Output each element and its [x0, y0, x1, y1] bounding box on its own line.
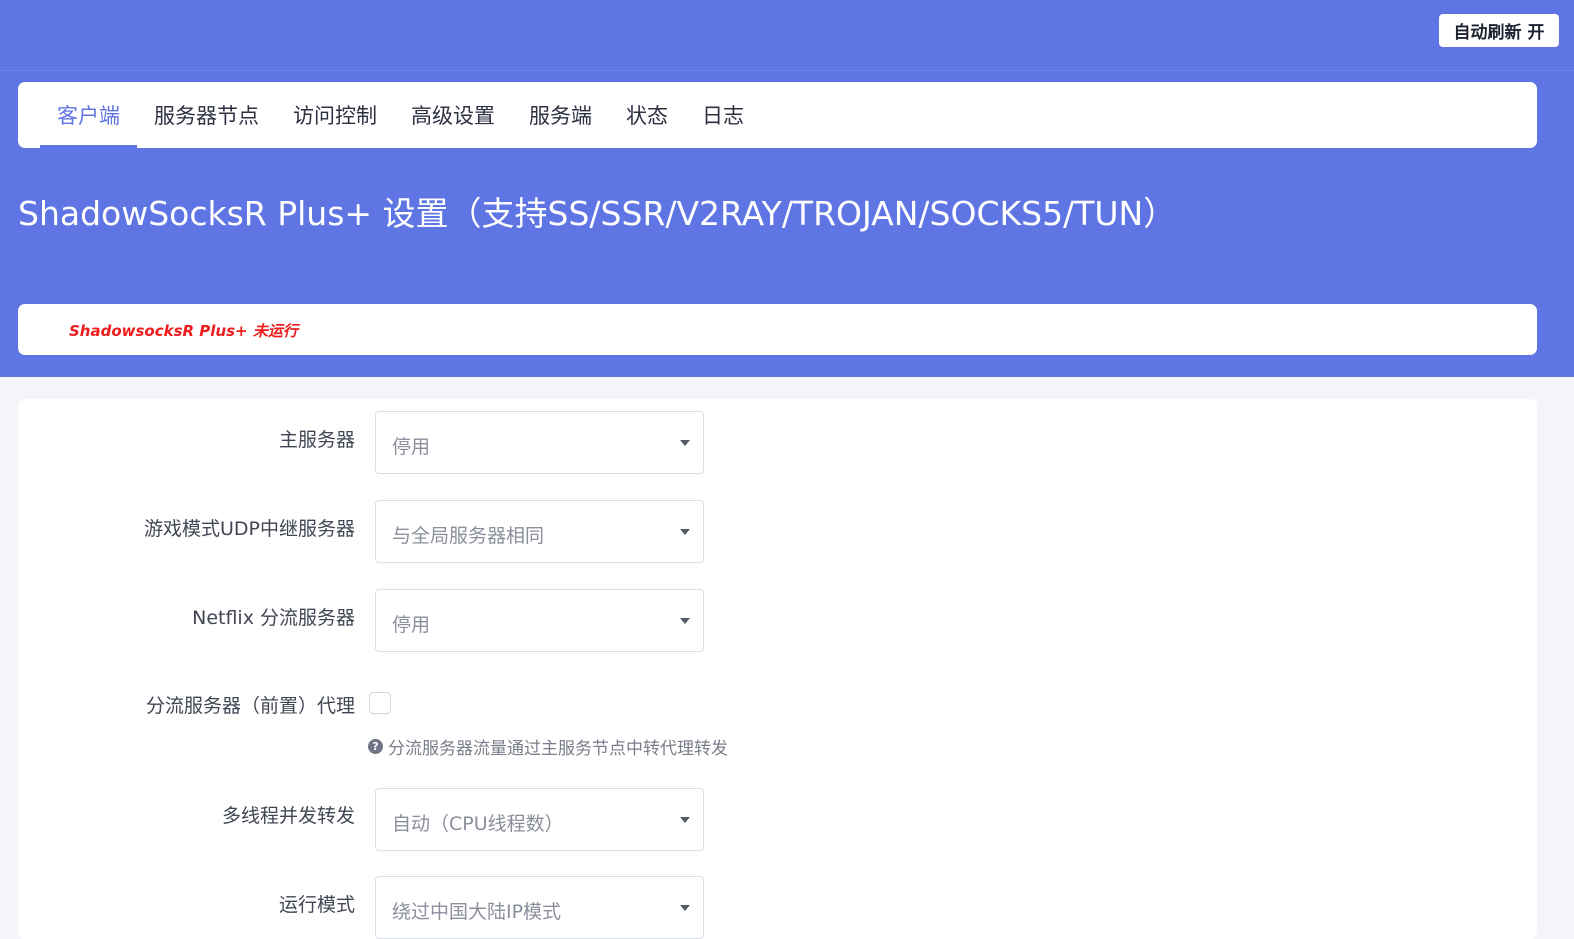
chevron-down-icon: [680, 618, 690, 624]
udp-relay-server-label: 游戏模式UDP中继服务器: [144, 518, 355, 540]
settings-form: 主服务器 停用 游戏模式UDP中继服务器 与全局服务器相同 Netflix 分流…: [18, 399, 1537, 939]
shunt-proxy-help: ? 分流服务器流量通过主服务节点中转代理转发: [368, 734, 728, 759]
main-server-select[interactable]: 停用: [375, 411, 704, 474]
run-mode-value: 绕过中国大陆IP模式: [392, 901, 562, 923]
shunt-proxy-help-text: 分流服务器流量通过主服务节点中转代理转发: [388, 739, 728, 759]
main-server-label: 主服务器: [278, 429, 355, 451]
status-panel: ShadowsocksR Plus+ 未运行: [18, 304, 1537, 355]
chevron-down-icon: [680, 905, 690, 911]
threads-label: 多线程并发转发: [221, 805, 355, 827]
netflix-server-select[interactable]: 停用: [375, 589, 704, 652]
shunt-proxy-label: 分流服务器（前置）代理: [145, 695, 355, 717]
page-header: 客户端 服务器节点 访问控制 高级设置 服务端 状态 日志 ShadowSock…: [0, 71, 1574, 377]
tab-bar: 客户端 服务器节点 访问控制 高级设置 服务端 状态 日志: [18, 82, 1537, 148]
netflix-server-label: Netflix 分流服务器: [192, 607, 355, 629]
tab-access-control[interactable]: 访问控制: [276, 82, 394, 148]
shunt-proxy-checkbox[interactable]: [369, 692, 391, 714]
threads-value: 自动（CPU线程数）: [392, 813, 564, 835]
chevron-down-icon: [680, 440, 690, 446]
running-status-text: ShadowsocksR Plus+ 未运行: [69, 322, 298, 340]
run-mode-select[interactable]: 绕过中国大陆IP模式: [375, 876, 704, 939]
run-mode-label: 运行模式: [278, 894, 355, 916]
threads-select[interactable]: 自动（CPU线程数）: [375, 788, 704, 851]
udp-relay-server-value: 与全局服务器相同: [392, 525, 545, 547]
main-server-value: 停用: [392, 436, 431, 458]
top-bar: 自动刷新 开: [0, 0, 1574, 71]
auto-refresh-button[interactable]: 自动刷新 开: [1439, 14, 1559, 47]
udp-relay-server-select[interactable]: 与全局服务器相同: [375, 500, 704, 563]
page-title: ShadowSocksR Plus+ 设置（支持SS/SSR/V2RAY/TRO…: [18, 194, 1177, 233]
help-icon: ?: [368, 739, 383, 754]
tab-server[interactable]: 服务端: [512, 82, 609, 148]
chevron-down-icon: [680, 529, 690, 535]
tab-log[interactable]: 日志: [685, 82, 761, 148]
netflix-server-value: 停用: [392, 614, 431, 636]
tab-advanced-settings[interactable]: 高级设置: [394, 82, 512, 148]
tab-client[interactable]: 客户端: [40, 82, 137, 148]
tab-status[interactable]: 状态: [609, 82, 685, 148]
tab-server-nodes[interactable]: 服务器节点: [137, 82, 276, 148]
chevron-down-icon: [680, 817, 690, 823]
